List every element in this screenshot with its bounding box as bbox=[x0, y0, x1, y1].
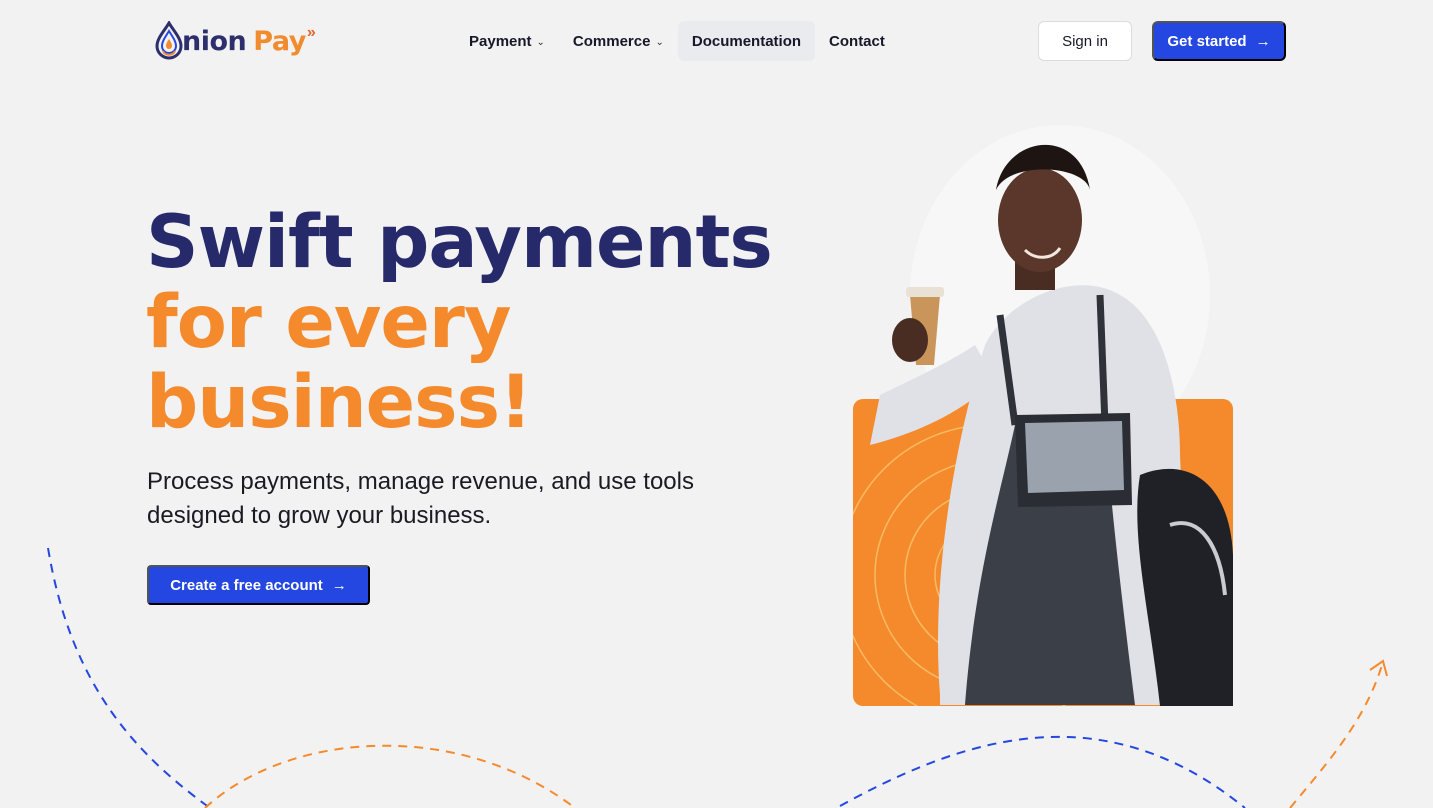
orange-arrowhead bbox=[1369, 659, 1388, 677]
hero-headline-line2: for every bbox=[146, 280, 512, 365]
nav-label-contact: Contact bbox=[829, 32, 885, 50]
nav-item-commerce[interactable]: Commerce ⌄ bbox=[559, 21, 678, 61]
nav-label-payment: Payment bbox=[469, 32, 532, 50]
chevron-down-icon: ⌄ bbox=[536, 36, 545, 48]
get-started-label: Get started bbox=[1167, 32, 1247, 50]
droplet-o-logo-icon bbox=[155, 21, 183, 60]
orange-dashed-curve-left bbox=[204, 744, 576, 808]
chevron-down-icon: ⌄ bbox=[655, 36, 664, 48]
brand-chevron-icon: » bbox=[306, 24, 316, 41]
blue-dashed-curve-right bbox=[839, 735, 1246, 808]
nav-item-documentation[interactable]: Documentation bbox=[677, 21, 816, 61]
nav-item-payment[interactable]: Payment ⌄ bbox=[455, 21, 559, 61]
hero-subtitle: Process payments, manage revenue, and us… bbox=[147, 468, 694, 529]
hero-headline-line3: business! bbox=[146, 360, 532, 445]
sign-in-label: Sign in bbox=[1062, 32, 1108, 50]
hero-headline: Swift payments for every business! bbox=[146, 200, 773, 445]
sign-in-button[interactable]: Sign in bbox=[1038, 21, 1132, 61]
brand-name-part1: nion bbox=[182, 25, 247, 57]
hero-illustration bbox=[853, 125, 1233, 706]
arrow-right-icon: → bbox=[331, 576, 347, 594]
brand-name-part2: Pay bbox=[253, 25, 306, 57]
hero-headline-line1: Swift payments bbox=[146, 200, 773, 285]
create-account-label: Create a free account bbox=[170, 576, 323, 594]
brand-logo[interactable]: nion Pay » bbox=[154, 20, 316, 62]
brand-wordmark: nion Pay bbox=[182, 28, 306, 55]
landing-page: nion Pay » Payment ⌄ Commerce ⌄ Documenta… bbox=[0, 0, 1433, 808]
nav-label-documentation: Documentation bbox=[691, 32, 802, 50]
main-nav: Payment ⌄ Commerce ⌄ Documentation Conta… bbox=[455, 21, 899, 61]
create-account-button[interactable]: Create a free account → bbox=[147, 565, 370, 605]
arrow-right-icon: → bbox=[1255, 32, 1271, 50]
nav-label-commerce: Commerce bbox=[572, 32, 651, 50]
get-started-button[interactable]: Get started → bbox=[1152, 21, 1286, 61]
nav-item-contact[interactable]: Contact bbox=[815, 21, 899, 61]
